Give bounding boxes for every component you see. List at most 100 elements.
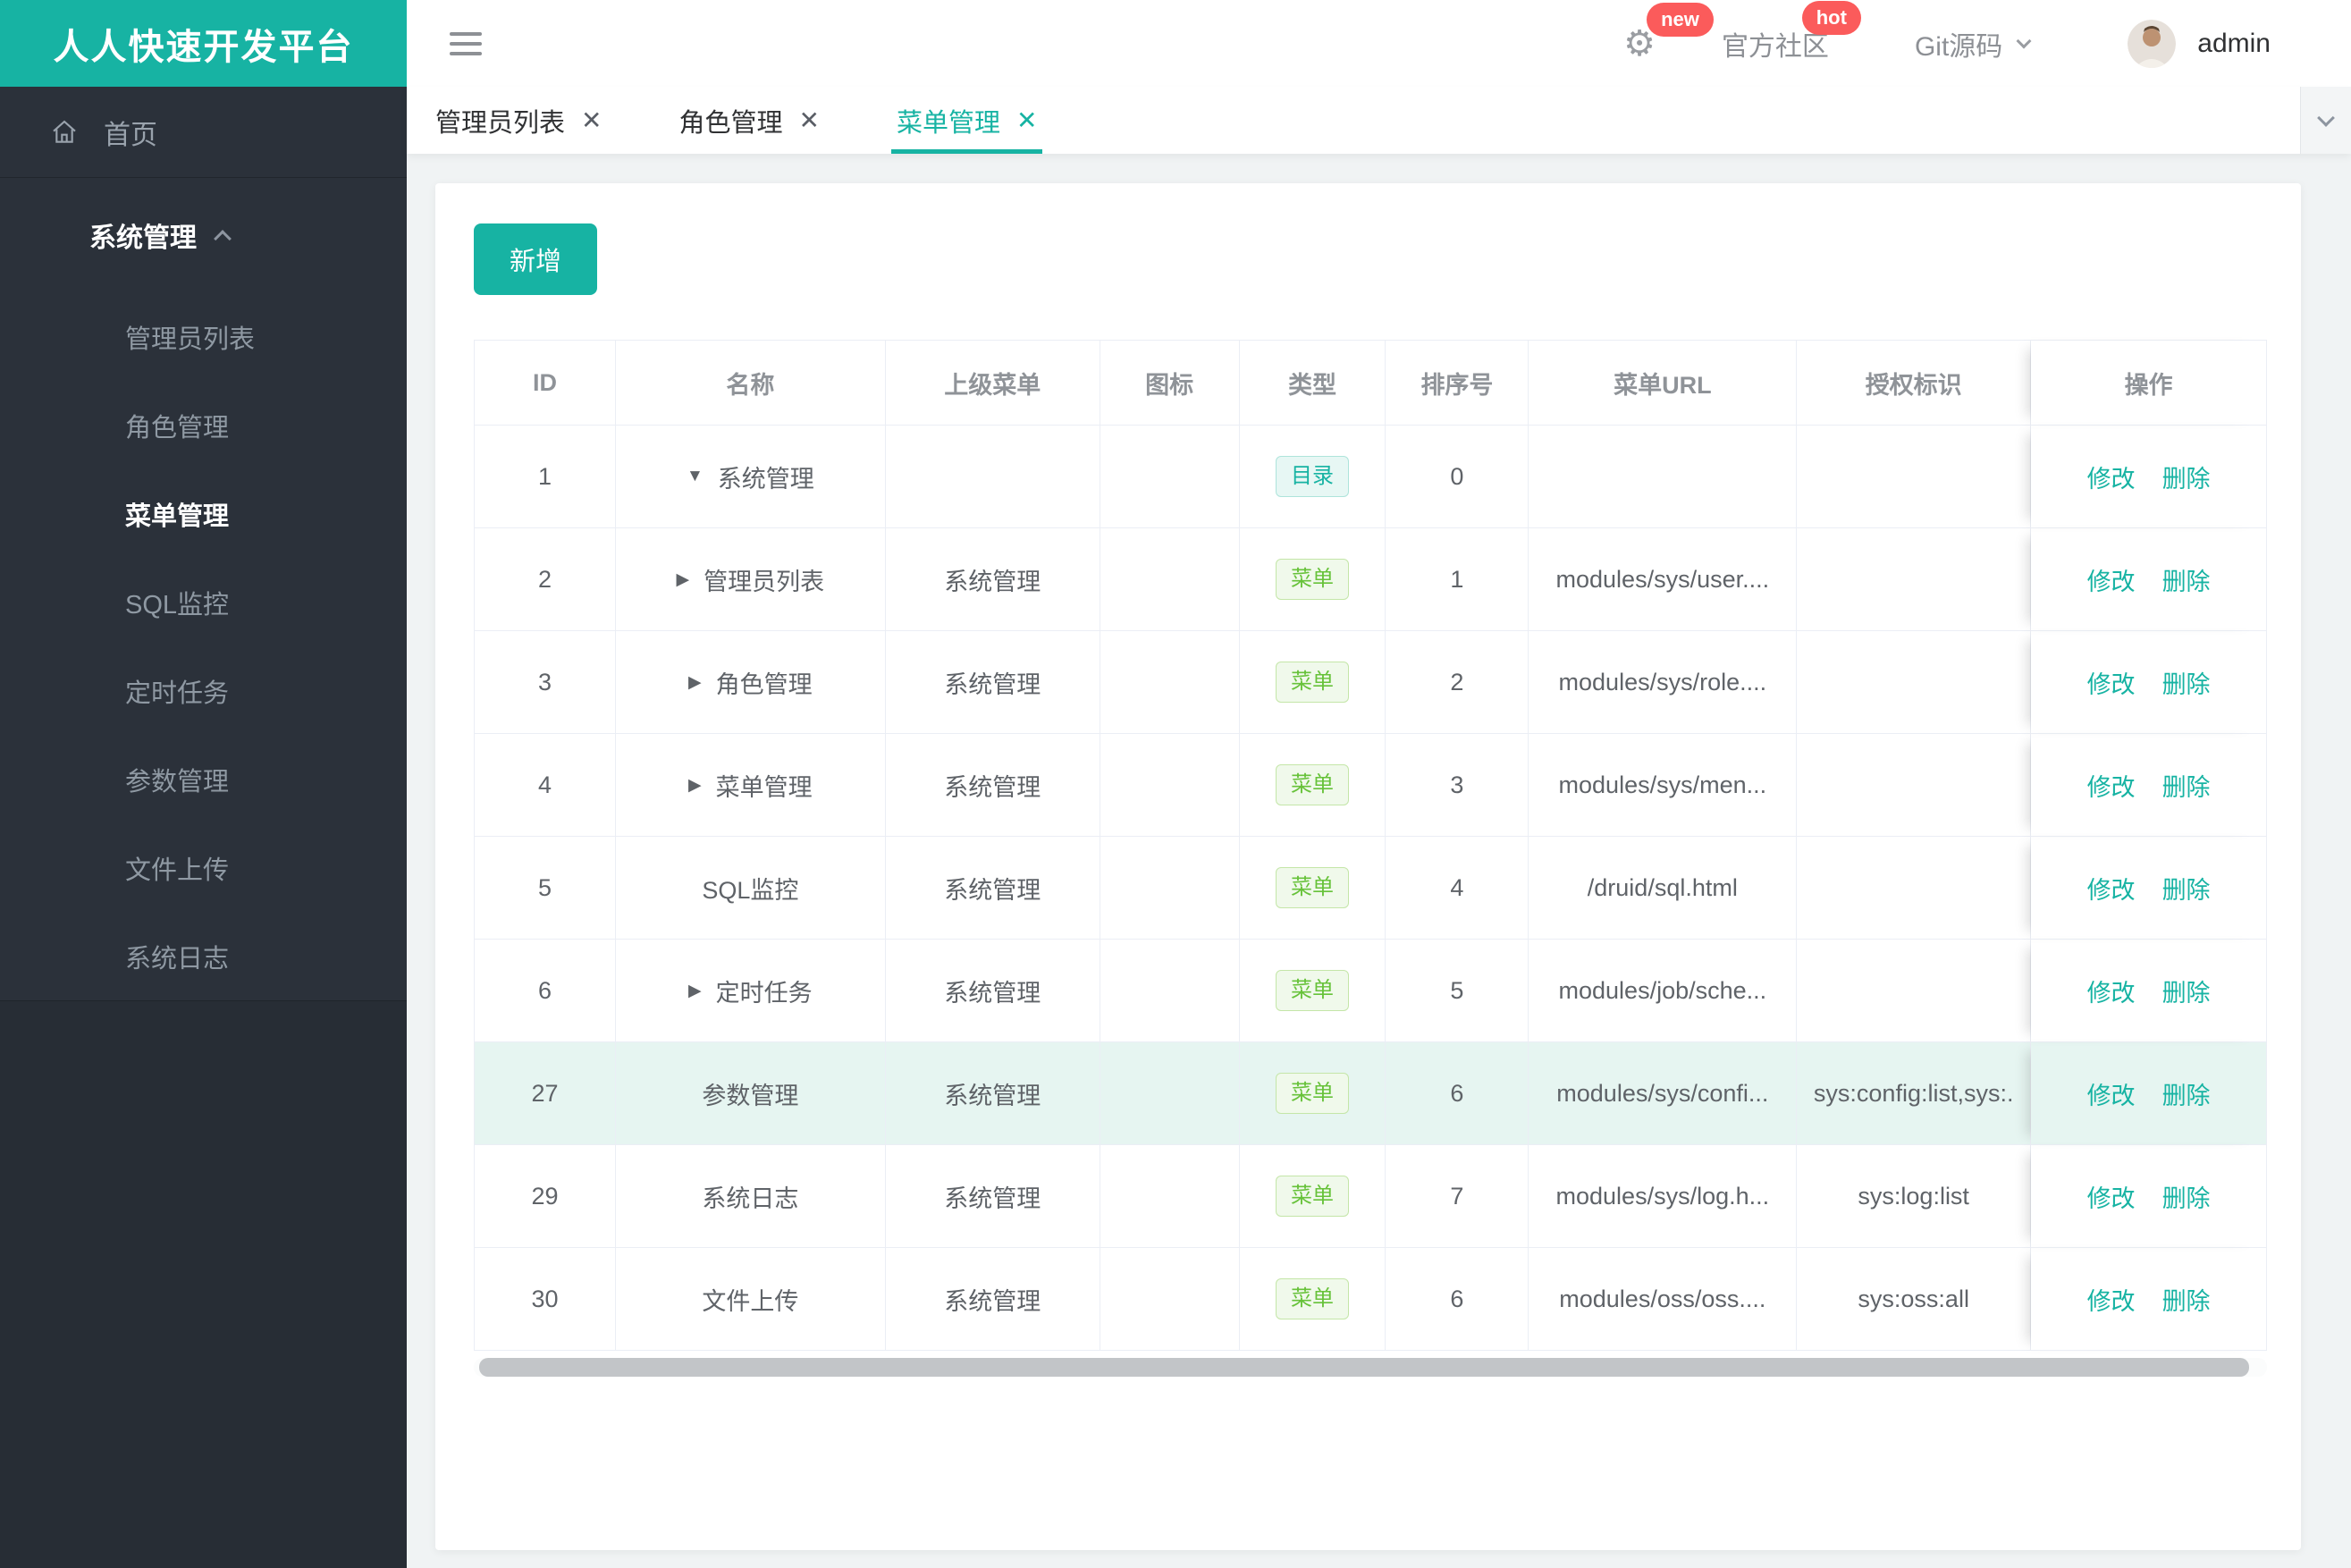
cell-type: 菜单 [1239,631,1386,734]
edit-link[interactable]: 修改 [2087,665,2136,700]
cell-type: 菜单 [1239,940,1386,1042]
column-header: 授权标识 [1797,341,2032,426]
edit-link[interactable]: 修改 [2087,1282,2136,1317]
cell-name: ▼ 系统管理 [615,426,886,528]
username[interactable]: admin [2197,29,2271,59]
tab-close-icon[interactable]: ✕ [1016,107,1037,133]
cell-auth [1797,734,2032,837]
menu-table: ID 名称 上级菜单 图标 类型 排序号 菜单URL 授权标识 操作 1 ▼ 系… [474,340,2267,1377]
cell-actions: 修改 删除 [2031,734,2267,837]
add-button[interactable]: 新增 [474,223,597,295]
delete-link[interactable]: 删除 [2162,768,2211,803]
cell-actions: 修改 删除 [2031,528,2267,631]
tab-bar: 管理员列表 ✕ 角色管理 ✕ 菜单管理 ✕ [407,87,2351,154]
tab-list-dropdown-button[interactable] [2300,87,2351,154]
tree-toggle-icon[interactable]: ▶ [688,981,702,1001]
menu-name: 菜单管理 [715,773,813,801]
cell-id: 27 [475,1042,616,1145]
cell-sort: 6 [1386,1248,1529,1351]
cell-url: /druid/sql.html [1529,837,1798,940]
sidebar-submenu-label: 参数管理 [125,767,230,797]
sidebar-submenu-item[interactable]: 文件上传 [0,823,407,912]
cell-id: 3 [475,631,616,734]
horizontal-scrollbar-thumb[interactable] [479,1358,2249,1377]
cell-auth [1797,837,2032,940]
column-header-label: 授权标识 [1865,371,1962,399]
app-logo: 人人快速开发平台 [0,0,407,87]
sidebar-item-home[interactable]: 首页 [0,87,407,178]
cell-icon [1100,528,1240,631]
delete-link[interactable]: 删除 [2162,1179,2211,1214]
tab-close-icon[interactable]: ✕ [581,107,602,133]
edit-link[interactable]: 修改 [2087,1179,2136,1214]
sidebar-submenu-item[interactable]: 管理员列表 [0,292,407,381]
cell-sort: 3 [1386,734,1529,837]
sidebar-submenu-item[interactable]: 系统日志 [0,912,407,1000]
tab[interactable]: 菜单管理 ✕ [890,87,1043,154]
settings-button[interactable]: ⚙ new [1623,2,1714,62]
sidebar-group-system[interactable]: 系统管理 [0,178,407,292]
tree-toggle-icon[interactable]: ▼ [687,467,704,486]
cell-auth: sys:oss:all [1797,1248,2032,1351]
sidebar-submenu-label: 管理员列表 [125,325,256,354]
tree-toggle-icon[interactable]: ▶ [688,672,702,693]
edit-link[interactable]: 修改 [2087,871,2136,906]
sidebar-toggle-button[interactable] [450,26,482,62]
sidebar-home-label: 首页 [104,120,157,150]
cell-actions: 修改 删除 [2031,631,2267,734]
horizontal-scrollbar-track[interactable] [474,1358,2267,1377]
cell-auth [1797,426,2032,528]
tree-toggle-icon[interactable]: ▶ [688,775,702,796]
user-avatar[interactable] [2128,19,2177,68]
cell-name: 文件上传 [615,1248,886,1351]
tree-toggle-icon[interactable]: ▶ [677,569,690,590]
delete-link[interactable]: 删除 [2162,665,2211,700]
cell-parent: 系统管理 [885,528,1100,631]
delete-link[interactable]: 删除 [2162,459,2211,494]
menu-name: 定时任务 [715,979,813,1007]
menu-name: 参数管理 [702,1082,799,1109]
sidebar-submenu-item[interactable]: 角色管理 [0,381,407,469]
tab-close-icon[interactable]: ✕ [799,107,820,133]
edit-link[interactable]: 修改 [2087,1076,2136,1111]
cell-icon [1100,1145,1240,1248]
git-source-menu[interactable]: Git源码 [1914,24,2032,63]
type-badge: 菜单 [1276,1176,1350,1217]
sidebar-submenu-item[interactable]: 菜单管理 [0,469,407,558]
delete-link[interactable]: 删除 [2162,1076,2211,1111]
community-link[interactable]: 官方社区 hot [1722,0,1861,63]
column-header-label: 图标 [1145,371,1194,399]
delete-link[interactable]: 删除 [2162,871,2211,906]
sidebar: 人人快速开发平台 首页 系统管理 管理员列表 角色管理 菜单管理 SQL监控 定… [0,0,407,1568]
cell-url: modules/sys/confi... [1529,1042,1798,1145]
edit-link[interactable]: 修改 [2087,459,2136,494]
edit-link[interactable]: 修改 [2087,562,2136,597]
edit-link[interactable]: 修改 [2087,768,2136,803]
column-header: 图标 [1100,341,1240,426]
sidebar-submenu-item[interactable]: SQL监控 [0,558,407,646]
table-row: 2 ▶ 管理员列表 系统管理 菜单 1 modules/sys/user....… [475,528,2267,631]
delete-link[interactable]: 删除 [2162,974,2211,1008]
cell-icon [1100,940,1240,1042]
column-header: 菜单URL [1529,341,1798,426]
column-header-label: 类型 [1288,371,1337,399]
sidebar-submenu-item[interactable]: 参数管理 [0,735,407,823]
tab[interactable]: 角色管理 ✕ [678,87,819,154]
type-badge: 菜单 [1276,559,1350,600]
column-header: 操作 [2031,341,2267,426]
chevron-down-icon [2317,108,2335,127]
tab-label: 角色管理 [678,108,783,138]
menu-name: 文件上传 [702,1287,799,1315]
delete-link[interactable]: 删除 [2162,1282,2211,1317]
cell-actions: 修改 删除 [2031,1042,2267,1145]
content-card: 新增 ID 名称 上级菜单 图标 类型 排序号 菜单URL 授权标识 操作 1 … [435,183,2301,1550]
cell-sort: 6 [1386,1042,1529,1145]
cell-url: modules/sys/men... [1529,734,1798,837]
tab[interactable]: 管理员列表 ✕ [435,87,602,154]
git-source-label: Git源码 [1914,31,2003,62]
sidebar-submenu-item[interactable]: 定时任务 [0,646,407,735]
edit-link[interactable]: 修改 [2087,974,2136,1008]
delete-link[interactable]: 删除 [2162,562,2211,597]
type-badge: 菜单 [1276,970,1350,1011]
menu-name: 系统管理 [717,465,814,493]
